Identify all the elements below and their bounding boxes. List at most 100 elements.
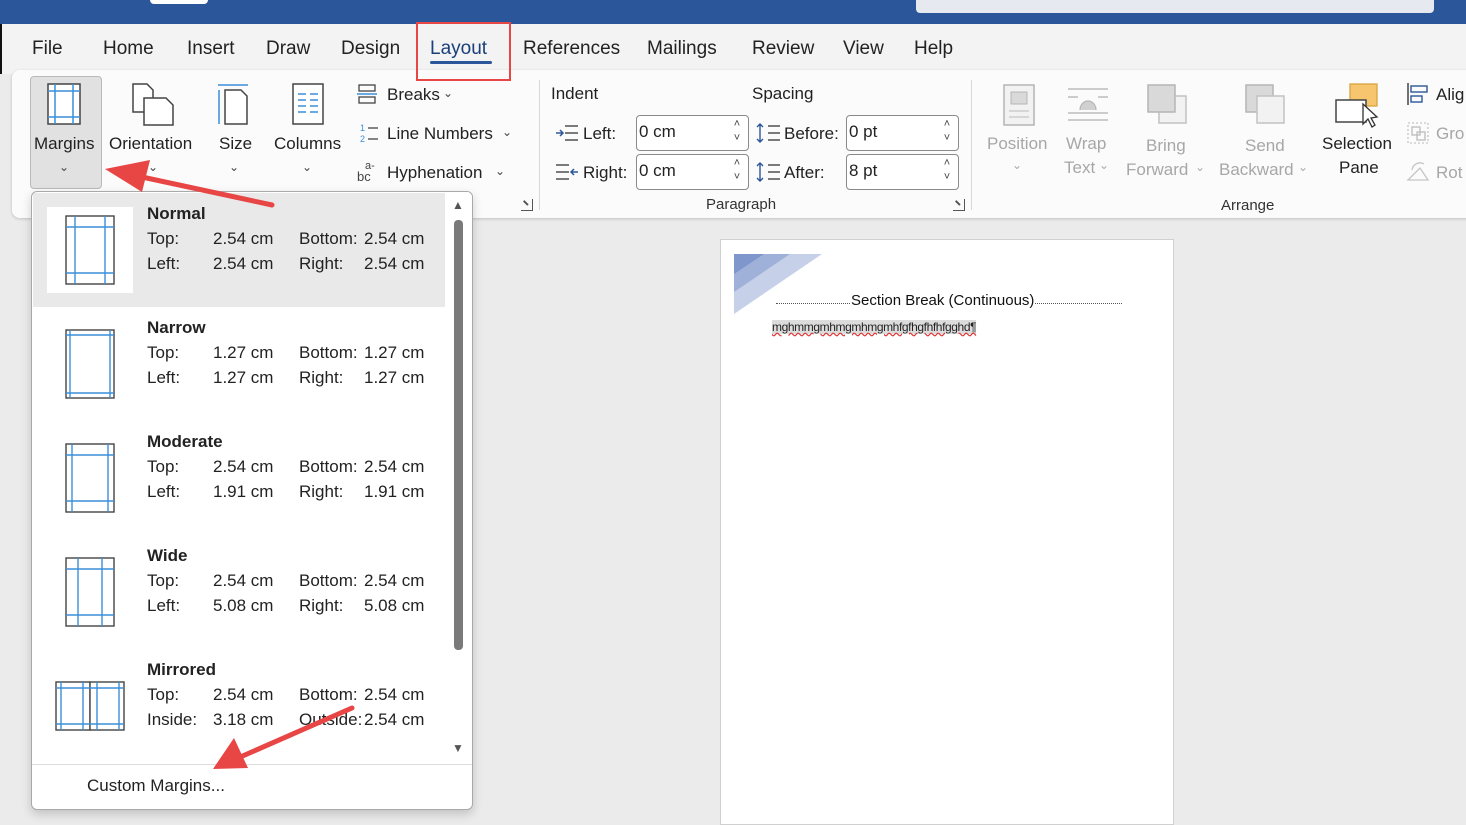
preset-value: 5.08 cm bbox=[213, 596, 273, 616]
tab-draw[interactable]: Draw bbox=[266, 38, 310, 60]
dropdown-scrollbar[interactable]: ▲ ▼ bbox=[445, 192, 473, 767]
scrollbar-thumb[interactable] bbox=[454, 220, 463, 650]
group-icon bbox=[1406, 121, 1430, 145]
page-setup-launcher-icon[interactable] bbox=[521, 199, 533, 211]
chevron-down-icon: ⌄ bbox=[1195, 160, 1205, 174]
preset-label: Left: bbox=[147, 596, 180, 616]
tab-home[interactable]: Home bbox=[103, 38, 154, 60]
moderate-margins-icon bbox=[47, 435, 133, 521]
indent-left-label: Left: bbox=[583, 124, 616, 144]
paragraph-launcher-icon[interactable] bbox=[953, 199, 965, 211]
size-icon bbox=[216, 82, 252, 128]
columns-button[interactable]: Columns bbox=[274, 134, 341, 154]
margin-preset-narrow[interactable]: Narrow Top: 1.27 cm Bottom: 1.27 cm Left… bbox=[33, 307, 445, 421]
indent-right-label: Right: bbox=[583, 163, 627, 183]
tab-file[interactable]: File bbox=[32, 38, 63, 60]
columns-icon bbox=[291, 82, 327, 126]
preset-value: 2.54 cm bbox=[364, 710, 424, 730]
search-box[interactable] bbox=[916, 0, 1434, 13]
preset-value: 2.54 cm bbox=[364, 571, 424, 591]
tab-references[interactable]: References bbox=[523, 38, 620, 60]
chevron-down-icon: ⌄ bbox=[1012, 158, 1022, 172]
selection-pane-line1[interactable]: Selection bbox=[1322, 134, 1392, 154]
chevron-down-icon: ⌄ bbox=[495, 164, 505, 178]
spinner-arrows-icon[interactable]: ˄˅ bbox=[941, 117, 953, 145]
hyphenation-button[interactable]: Hyphenation bbox=[387, 163, 482, 183]
custom-margins-item[interactable]: Custom Margins... bbox=[87, 776, 225, 796]
preset-label: Top: bbox=[147, 685, 179, 705]
preset-label: Right: bbox=[299, 482, 343, 502]
spinner-arrows-icon[interactable]: ˄˅ bbox=[731, 156, 743, 184]
indent-left-spinner[interactable]: 0 cm ˄˅ bbox=[636, 115, 749, 151]
preset-value: 2.54 cm bbox=[213, 254, 273, 274]
size-button[interactable]: Size bbox=[219, 134, 252, 154]
document-body-text[interactable]: mghmmgmhmgmhmgmhfgfhgfhfhfgghd¶ bbox=[772, 320, 976, 334]
selection-pane-line2[interactable]: Pane bbox=[1339, 158, 1379, 178]
chevron-down-icon: ⌄ bbox=[59, 160, 69, 174]
spacing-after-label: After: bbox=[784, 163, 825, 183]
tab-review[interactable]: Review bbox=[752, 38, 814, 60]
margin-preset-moderate[interactable]: Moderate Top: 2.54 cm Bottom: 2.54 cm Le… bbox=[33, 421, 445, 535]
preset-label: Bottom: bbox=[299, 457, 358, 477]
breaks-button[interactable]: Breaks bbox=[387, 85, 440, 105]
tab-mailings[interactable]: Mailings bbox=[647, 38, 717, 60]
indent-left-icon bbox=[555, 124, 579, 142]
spacing-before-spinner[interactable]: 0 pt ˄˅ bbox=[846, 115, 959, 151]
title-bar bbox=[0, 0, 1466, 24]
indent-left-value[interactable]: 0 cm bbox=[639, 122, 676, 142]
preset-name: Wide bbox=[147, 546, 187, 566]
scroll-down-icon[interactable]: ▼ bbox=[452, 741, 464, 755]
preset-name: Normal bbox=[147, 204, 206, 224]
spacing-before-value[interactable]: 0 pt bbox=[849, 122, 877, 142]
svg-text:bc: bc bbox=[357, 169, 371, 183]
wrap-text-line2[interactable]: Text bbox=[1064, 158, 1095, 178]
wrap-text-icon bbox=[1066, 86, 1110, 122]
chevron-down-icon: ⌄ bbox=[1298, 160, 1308, 174]
indent-right-value[interactable]: 0 cm bbox=[639, 161, 676, 181]
tab-design[interactable]: Design bbox=[341, 38, 400, 60]
tab-insert[interactable]: Insert bbox=[187, 38, 235, 60]
preset-value: 2.54 cm bbox=[364, 229, 424, 249]
wide-margins-icon bbox=[47, 549, 133, 635]
margin-preset-normal[interactable]: Normal Top: 2.54 cm Bottom: 2.54 cm Left… bbox=[33, 193, 445, 307]
send-backward-line2[interactable]: Backward bbox=[1219, 160, 1294, 180]
spinner-arrows-icon[interactable]: ˄˅ bbox=[941, 156, 953, 184]
group-button[interactable]: Gro bbox=[1436, 124, 1464, 144]
wrap-text-line1[interactable]: Wrap bbox=[1066, 134, 1106, 154]
margin-preset-mirrored[interactable]: Mirrored Top: 2.54 cm Bottom: 2.54 cm In… bbox=[33, 649, 445, 763]
layout-tab-annotation-box bbox=[416, 22, 511, 81]
preset-value: 1.91 cm bbox=[213, 482, 273, 502]
indent-right-icon bbox=[555, 163, 579, 181]
position-button[interactable]: Position bbox=[987, 134, 1047, 154]
indent-right-spinner[interactable]: 0 cm ˄˅ bbox=[636, 154, 749, 190]
line-numbers-button[interactable]: Line Numbers bbox=[387, 124, 493, 144]
bring-forward-icon bbox=[1145, 82, 1189, 126]
spinner-arrows-icon[interactable]: ˄˅ bbox=[731, 117, 743, 145]
preset-label: Top: bbox=[147, 457, 179, 477]
tab-view[interactable]: View bbox=[843, 38, 884, 60]
spacing-after-value[interactable]: 8 pt bbox=[849, 161, 877, 181]
preset-label: Top: bbox=[147, 571, 179, 591]
rotate-button[interactable]: Rot bbox=[1436, 163, 1462, 183]
preset-label: Left: bbox=[147, 254, 180, 274]
orientation-button[interactable]: Orientation bbox=[109, 134, 192, 154]
preset-value: 1.27 cm bbox=[213, 368, 273, 388]
bring-forward-line2[interactable]: Forward bbox=[1126, 160, 1188, 180]
preset-value: 2.54 cm bbox=[364, 685, 424, 705]
preset-label: Bottom: bbox=[299, 343, 358, 363]
scroll-up-icon[interactable]: ▲ bbox=[452, 198, 464, 212]
tab-help[interactable]: Help bbox=[914, 38, 953, 60]
bring-forward-line1[interactable]: Bring bbox=[1146, 136, 1186, 156]
send-backward-line1[interactable]: Send bbox=[1245, 136, 1285, 156]
preset-label: Right: bbox=[299, 596, 343, 616]
menu-divider bbox=[32, 764, 472, 765]
preset-label: Bottom: bbox=[299, 229, 358, 249]
hyphenation-icon: a- bc bbox=[356, 159, 380, 183]
spacing-after-spinner[interactable]: 8 pt ˄˅ bbox=[846, 154, 959, 190]
breaks-icon bbox=[357, 84, 379, 104]
chevron-down-icon: ⌄ bbox=[443, 86, 453, 100]
margin-preset-wide[interactable]: Wide Top: 2.54 cm Bottom: 2.54 cm Left: … bbox=[33, 535, 445, 649]
narrow-margins-icon bbox=[47, 321, 133, 407]
align-button[interactable]: Alig bbox=[1436, 85, 1464, 105]
spacing-before-icon bbox=[755, 122, 781, 144]
